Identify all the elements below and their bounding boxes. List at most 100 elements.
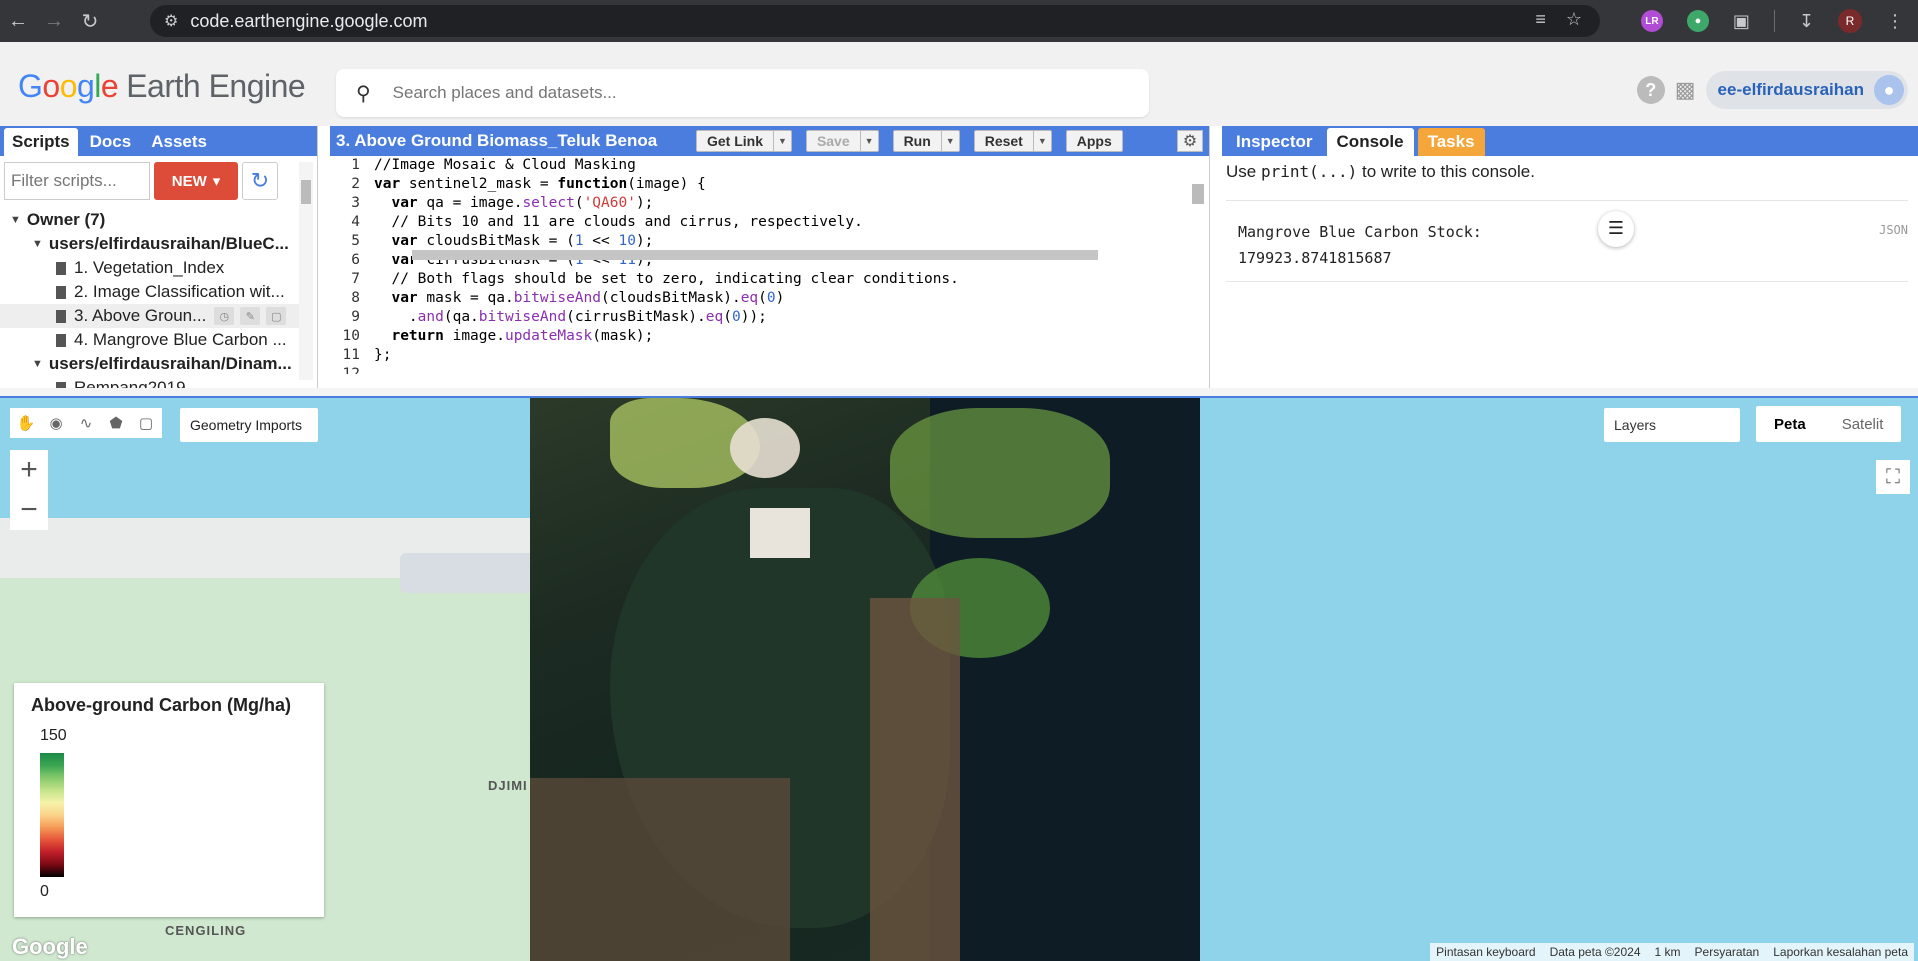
tree-repo[interactable]: ▼ users/elfirdausraihan/Dinam... <box>0 352 300 376</box>
geometry-imports-button[interactable]: Geometry Imports <box>180 408 318 442</box>
forward-icon[interactable]: → <box>36 10 72 33</box>
extensions-puzzle-icon[interactable]: ▣ <box>1733 11 1750 32</box>
code-line: 4 // Bits 10 and 11 are clouds and cirru… <box>351 214 863 230</box>
bookmark-star-icon[interactable]: ☆ <box>1566 9 1582 30</box>
tree-file[interactable]: 4. Mangrove Blue Carbon ... <box>0 328 300 352</box>
map-data-credit: Data peta ©2024 <box>1549 945 1641 959</box>
refresh-icon[interactable]: ↻ <box>242 162 278 200</box>
scripts-panel: Scripts Docs Assets NEW▾ ↻ ▼Owner (7) ▼u… <box>0 126 318 397</box>
extension-lr-icon[interactable]: LR <box>1640 10 1663 32</box>
expand-icon[interactable]: ▼ <box>10 214 21 226</box>
list-format-icon[interactable]: ☰ <box>1598 211 1634 247</box>
get-link-button[interactable]: Get Link ▼ <box>696 130 792 152</box>
dropdown-icon[interactable]: ▼ <box>940 131 959 151</box>
scrollbar-thumb[interactable] <box>412 250 1098 260</box>
tab-inspector[interactable]: Inspector <box>1226 128 1323 156</box>
map-type-satelit[interactable]: Satelit <box>1824 406 1902 442</box>
tab-assets[interactable]: Assets <box>143 128 215 156</box>
expand-icon[interactable]: ▼ <box>32 358 43 370</box>
tab-docs[interactable]: Docs <box>82 128 140 156</box>
satellite-image-layer <box>530 398 1200 961</box>
download-icon[interactable]: ↧ <box>1799 11 1814 32</box>
user-account-button[interactable]: ee-elfirdausraihan ● <box>1705 71 1908 109</box>
browser-menu-icon[interactable]: ⋮ <box>1886 11 1904 32</box>
tab-console[interactable]: Console <box>1326 128 1414 156</box>
editor-vertical-scrollbar[interactable] <box>1191 162 1205 362</box>
report-error-link[interactable]: Laporkan kesalahan peta <box>1773 945 1908 959</box>
legend-min: 0 <box>40 883 49 900</box>
legend-color-bar <box>40 753 64 877</box>
back-icon[interactable]: ← <box>0 10 36 33</box>
toolbar-divider <box>1773 10 1775 32</box>
history-icon[interactable]: ◷ <box>214 307 235 325</box>
apps-button[interactable]: Apps <box>1065 130 1123 152</box>
tab-scripts[interactable]: Scripts <box>4 128 78 156</box>
console-panel: Inspector Console Tasks Use print(...) t… <box>1222 126 1918 388</box>
scrollbar-thumb[interactable] <box>1192 184 1204 204</box>
pan-hand-icon[interactable]: ✋ <box>14 411 38 435</box>
reload-icon[interactable]: ↻ <box>72 9 108 34</box>
save-button[interactable]: Save ▼ <box>805 130 879 152</box>
dropdown-icon[interactable]: ▼ <box>859 131 878 151</box>
settings-gear-icon[interactable]: ⚙ <box>1177 130 1203 152</box>
tree-file[interactable]: 1. Vegetation_Index <box>0 256 300 280</box>
dropdown-icon[interactable]: ▼ <box>773 131 791 151</box>
fullscreen-icon[interactable]: ⛶ <box>1876 460 1910 494</box>
file-icon <box>56 285 66 299</box>
new-button[interactable]: NEW ▾ <box>154 162 238 200</box>
rectangle-icon[interactable]: ▢ <box>134 411 158 435</box>
tree-repo[interactable]: ▼ users/elfirdausraihan/BlueC... <box>0 232 300 256</box>
search-input[interactable] <box>392 83 1093 103</box>
profile-avatar[interactable]: R <box>1838 9 1862 33</box>
dropdown-icon[interactable]: ▼ <box>1032 131 1051 151</box>
extension-robot-icon[interactable]: ● <box>1686 10 1709 32</box>
scale-bar[interactable]: 1 km <box>1655 945 1681 959</box>
editor-horizontal-scrollbar[interactable] <box>398 248 1178 260</box>
help-icon[interactable]: ? <box>1636 76 1665 104</box>
delete-icon[interactable]: ▢ <box>266 307 287 325</box>
google-logo: Google <box>12 934 88 959</box>
legend-title: Above-ground Carbon (Mg/ha) <box>31 695 291 715</box>
rename-icon[interactable]: ✎ <box>240 307 261 325</box>
polygon-icon[interactable]: ⬟ <box>104 411 128 435</box>
map-view[interactable]: ✋ ◉ ∿ ⬟ ▢ Geometry Imports + − Layers Pe… <box>0 398 1918 961</box>
search-box[interactable]: ⚲ <box>336 69 1149 117</box>
panel-splitter[interactable] <box>0 388 1918 398</box>
browser-toolbar: ← → ↻ ⚙ code.earthengine.google.com ≡ ☆ … <box>0 0 1918 42</box>
code-area[interactable]: 1//Image Mosaic & Cloud Masking 2 var sen… <box>330 156 1190 374</box>
tree-owner[interactable]: ▼ Owner (7) <box>0 208 300 232</box>
zoom-out-icon[interactable]: − <box>20 493 38 527</box>
filter-scripts-input[interactable] <box>4 162 150 200</box>
marker-icon[interactable]: ◉ <box>44 411 68 435</box>
feedback-icon[interactable]: ▩ <box>1675 77 1696 103</box>
url-text: code.earthengine.google.com <box>190 10 428 31</box>
run-button[interactable]: Run ▼ <box>892 130 960 152</box>
code-line: 11}; <box>342 347 392 363</box>
layers-button[interactable]: Layers <box>1604 408 1740 442</box>
terms-link[interactable]: Persyaratan <box>1695 945 1760 959</box>
file-icon <box>56 309 66 323</box>
code-line: 3 var qa = image.select('QA60'); <box>351 195 654 211</box>
scrollbar-thumb[interactable] <box>301 180 311 204</box>
address-bar[interactable]: ⚙ code.earthengine.google.com ≡ ☆ <box>150 5 1600 37</box>
script-title: 3. Above Ground Biomass_Teluk Benoa <box>336 131 658 150</box>
zoom-in-icon[interactable]: + <box>20 453 38 487</box>
code-line: 7 // Both flags should be set to zero, i… <box>351 271 959 287</box>
map-type-peta[interactable]: Peta <box>1756 406 1824 442</box>
keyboard-shortcuts-link[interactable]: Pintasan keyboard <box>1436 945 1535 959</box>
code-line: 10 return image.updateMask(mask); <box>342 328 654 344</box>
map-type-toggle: Peta Satelit <box>1756 406 1902 442</box>
earth-engine-logo[interactable]: Google Earth Engine <box>18 68 306 105</box>
expand-icon[interactable]: ▼ <box>32 238 43 250</box>
reset-button[interactable]: Reset ▼ <box>973 130 1052 152</box>
tree-file[interactable]: 2. Image Classification wit... <box>0 280 300 304</box>
site-info-icon[interactable]: ⚙ <box>164 11 178 31</box>
json-toggle[interactable]: JSON <box>1879 217 1908 243</box>
translate-icon[interactable]: ≡ <box>1535 9 1546 30</box>
tree-file-selected[interactable]: 3. Above Groun... ◷ ✎ ▢ <box>0 304 300 328</box>
output-label: Mangrove Blue Carbon Stock: <box>1238 223 1482 241</box>
carbon-legend: Above-ground Carbon (Mg/ha) 150 0 <box>14 683 324 917</box>
scrollbar[interactable] <box>299 162 313 380</box>
tab-tasks[interactable]: Tasks <box>1417 128 1485 156</box>
line-icon[interactable]: ∿ <box>74 411 98 435</box>
